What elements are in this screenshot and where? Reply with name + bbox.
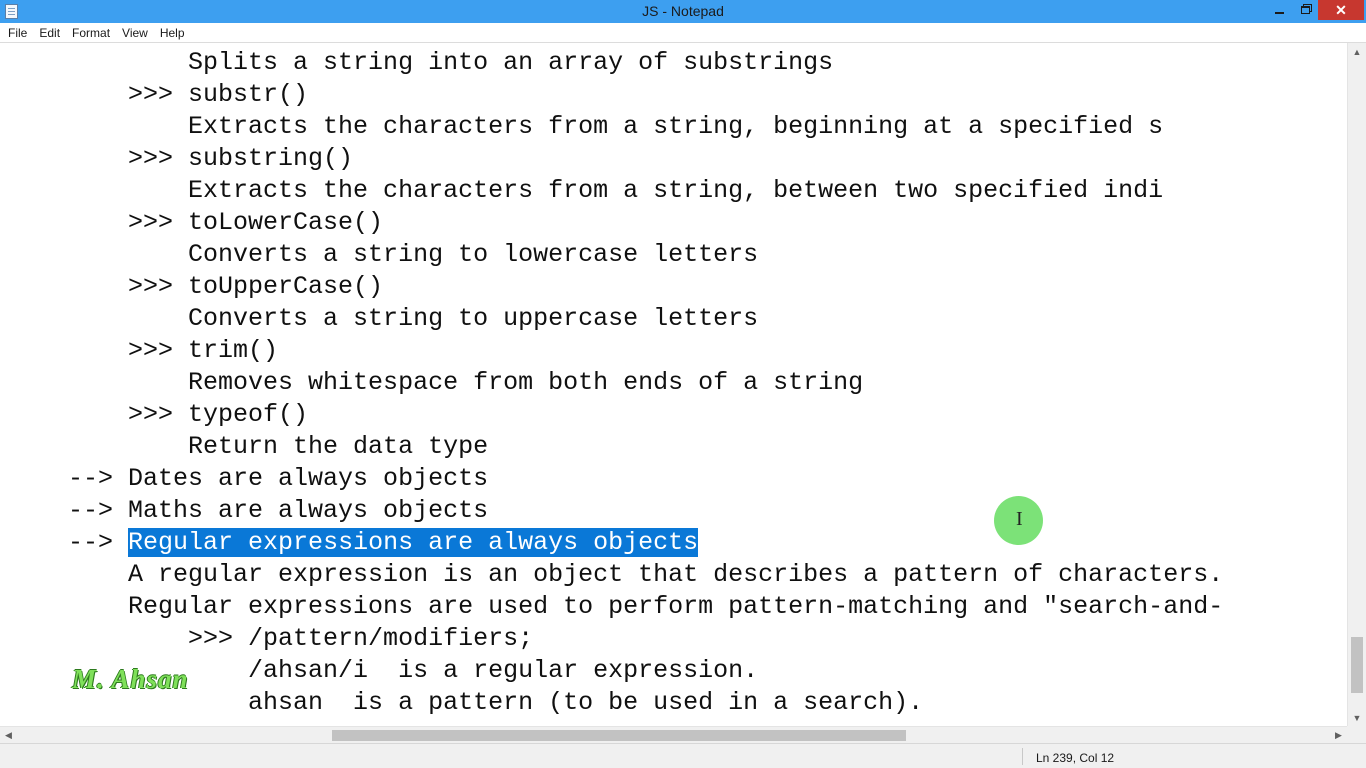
line-prefix: --> — [8, 528, 129, 557]
restore-icon — [1300, 6, 1310, 14]
close-icon: ✕ — [1335, 1, 1347, 18]
editor-line-selected: --> Regular expressions are always objec… — [8, 527, 699, 559]
window-title: JS - Notepad — [642, 3, 724, 19]
menu-format[interactable]: Format — [66, 23, 116, 43]
editor-line: A regular expression is an object that d… — [8, 560, 1224, 589]
editor-line: Splits a string into an array of substri… — [8, 48, 834, 77]
menu-file[interactable]: File — [2, 23, 33, 43]
menu-view[interactable]: View — [116, 23, 154, 43]
editor-line: >>> substring() — [8, 144, 354, 173]
menu-edit[interactable]: Edit — [33, 23, 66, 43]
editor-line: --> Maths are always objects — [8, 496, 489, 525]
horizontal-scrollbar[interactable]: ◀ ▶ — [0, 726, 1347, 743]
watermark-logo: M. Ahsan — [72, 664, 189, 694]
close-button[interactable]: ✕ — [1318, 0, 1364, 20]
editor-line: Regular expressions are used to perform … — [8, 592, 1224, 621]
title-bar[interactable]: JS - Notepad ✕ — [0, 0, 1366, 23]
selected-text[interactable]: Regular expressions are always objects — [128, 528, 699, 557]
scroll-left-icon[interactable]: ◀ — [0, 727, 17, 744]
scroll-right-icon[interactable]: ▶ — [1330, 727, 1347, 744]
editor-line: >>> /pattern/modifiers; — [8, 624, 534, 653]
scroll-down-icon[interactable]: ▼ — [1348, 709, 1366, 726]
minimize-icon — [1274, 12, 1284, 14]
menu-bar: File Edit Format View Help — [0, 23, 1366, 43]
vertical-scrollbar[interactable]: ▲ ▼ — [1347, 43, 1366, 726]
status-divider — [1022, 748, 1023, 765]
vertical-scroll-thumb[interactable] — [1351, 637, 1363, 693]
editor-line: >>> substr() — [8, 80, 309, 109]
minimize-button[interactable] — [1266, 0, 1292, 20]
editor-line: >>> typeof() — [8, 400, 309, 429]
scrollbar-corner — [1347, 726, 1366, 743]
scroll-up-icon[interactable]: ▲ — [1348, 43, 1366, 60]
text-editor[interactable]: Splits a string into an array of substri… — [0, 43, 1347, 726]
editor-line: >>> trim() — [8, 336, 279, 365]
editor-line: --> Dates are always objects — [8, 464, 489, 493]
editor-line: Extracts the characters from a string, b… — [8, 176, 1164, 205]
editor-line: Converts a string to uppercase letters — [8, 304, 759, 333]
editor-line: >>> toUpperCase() — [8, 272, 384, 301]
menu-help[interactable]: Help — [154, 23, 191, 43]
editor-line: Return the data type — [8, 432, 489, 461]
ibeam-cursor-icon: I — [1016, 508, 1023, 530]
cursor-position: Ln 239, Col 12 — [1036, 751, 1115, 765]
restore-button[interactable] — [1292, 0, 1318, 20]
status-bar: Ln 239, Col 12 — [0, 743, 1366, 768]
editor-line: Converts a string to lowercase letters — [8, 240, 759, 269]
editor-line: Removes whitespace from both ends of a s… — [8, 368, 864, 397]
horizontal-scroll-thumb[interactable] — [332, 730, 906, 741]
editor-line: >>> toLowerCase() — [8, 208, 384, 237]
editor-line: Extracts the characters from a string, b… — [8, 112, 1164, 141]
